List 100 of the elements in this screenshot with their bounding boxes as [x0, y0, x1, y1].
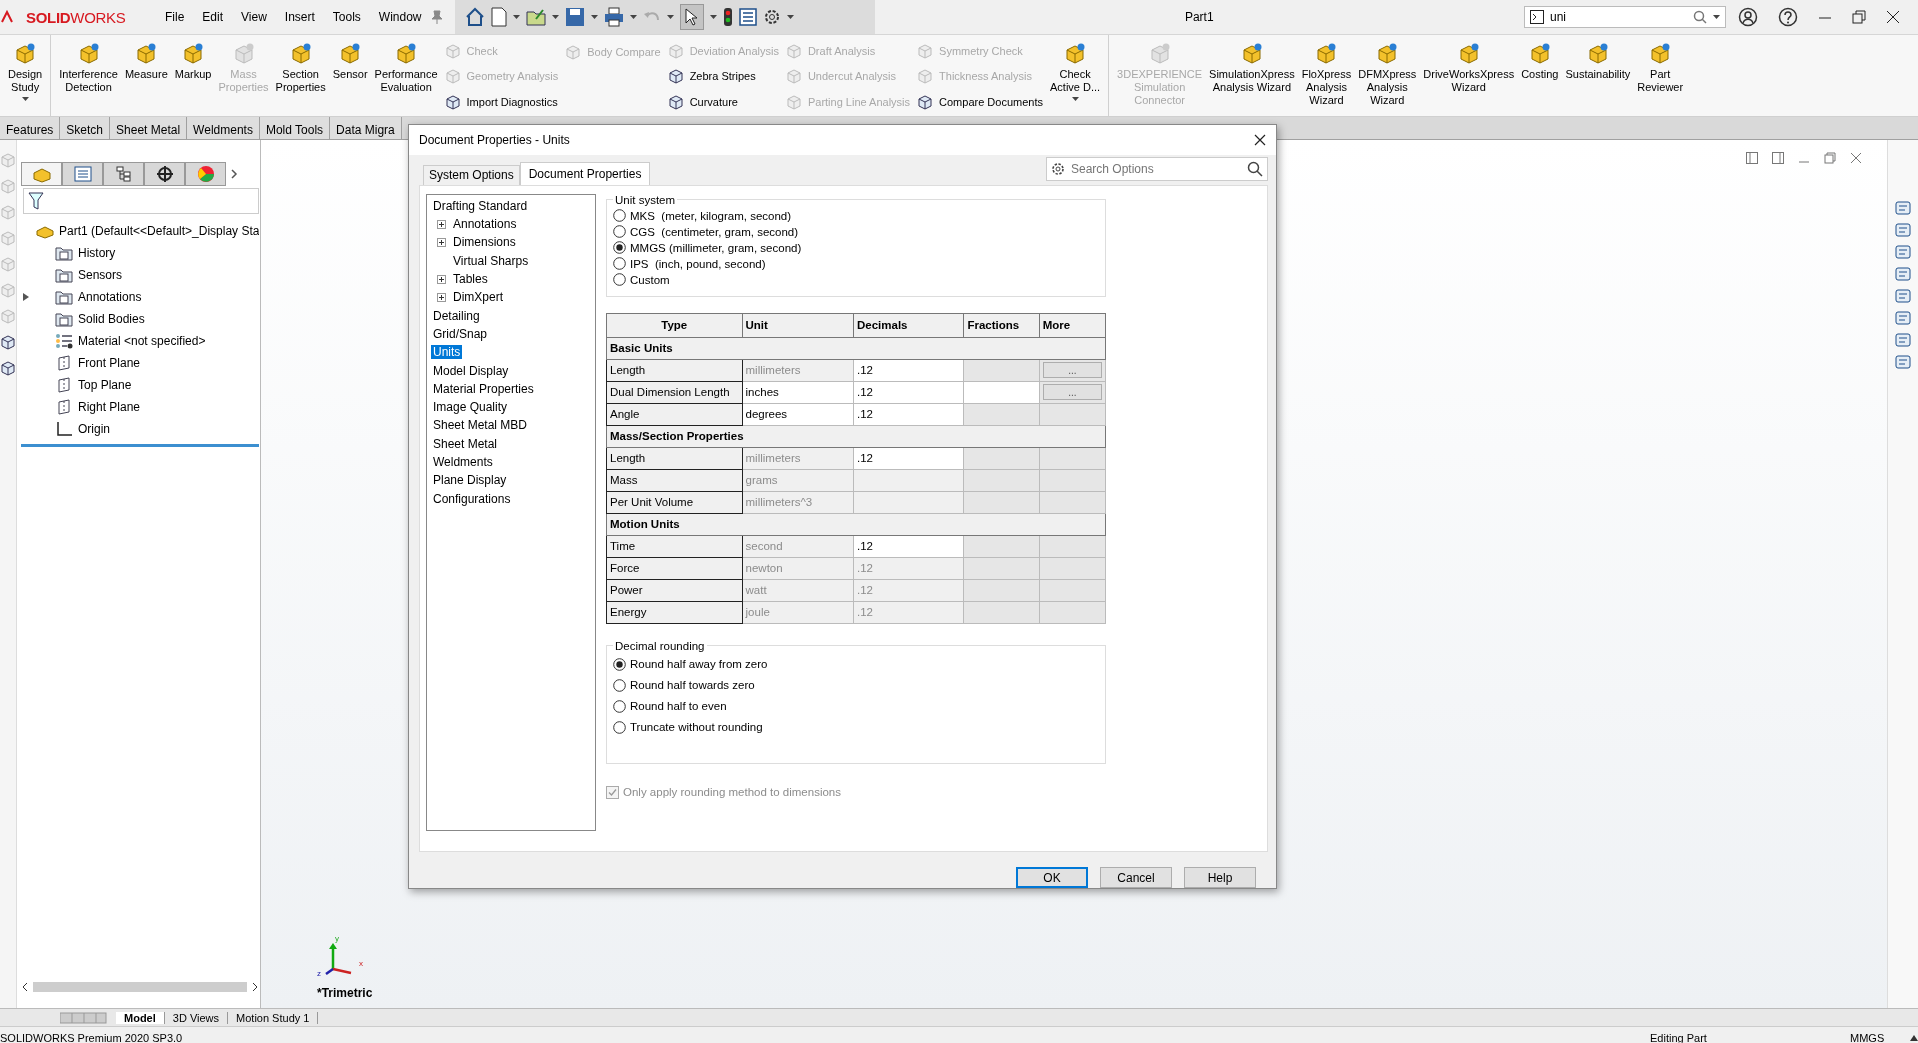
- expand-arrow-icon[interactable]: [22, 292, 30, 302]
- dialog-button[interactable]: OK: [1016, 867, 1088, 888]
- user-icon[interactable]: [1738, 7, 1758, 27]
- restore-icon[interactable]: [1824, 152, 1836, 164]
- filter-icon[interactable]: [28, 192, 44, 210]
- radio-button[interactable]: [613, 241, 626, 255]
- tree-item[interactable]: Part1 (Default<<Default>_Display Sta: [59, 224, 260, 238]
- ribbon-button[interactable]: Markup: [174, 39, 212, 112]
- radio-button[interactable]: [613, 225, 626, 239]
- command-tab[interactable]: Data Migra: [330, 117, 402, 139]
- ribbon-button[interactable]: Interference Detection: [59, 39, 118, 112]
- scrollbar-thumb[interactable]: [33, 982, 248, 992]
- ribbon-button[interactable]: Part Reviewer: [1637, 39, 1684, 112]
- nav-item[interactable]: Detailing: [431, 308, 482, 323]
- radio-button[interactable]: [613, 678, 626, 692]
- ribbon-button[interactable]: Compare Documents: [917, 91, 1043, 112]
- search-input[interactable]: Search Options: [1069, 160, 1243, 177]
- ribbon-button[interactable]: Check Active D...: [1050, 39, 1101, 112]
- radio-button[interactable]: [613, 657, 626, 671]
- dialog-tab[interactable]: System Options: [423, 164, 520, 185]
- radio-button[interactable]: [613, 273, 626, 287]
- nav-item[interactable]: Tables: [451, 272, 490, 287]
- ribbon-button[interactable]: Measure: [124, 39, 168, 112]
- tile-icon[interactable]: [1772, 152, 1784, 164]
- tree-item[interactable]: Solid Bodies: [78, 312, 145, 326]
- printer-icon[interactable]: [603, 7, 624, 27]
- ribbon-button[interactable]: DriveWorksXpress Wizard: [1423, 39, 1515, 112]
- traffic-light-icon[interactable]: [722, 7, 733, 27]
- command-tab[interactable]: Sketch: [60, 117, 111, 139]
- radio-button[interactable]: [613, 720, 626, 734]
- view-tab[interactable]: Model: [116, 1011, 165, 1024]
- close-icon[interactable]: [1254, 133, 1266, 146]
- tree-item[interactable]: Sensors: [78, 268, 123, 282]
- nav-item[interactable]: DimXpert: [451, 290, 505, 305]
- menu-item[interactable]: Window: [369, 6, 431, 28]
- dialog-button[interactable]: Cancel: [1100, 867, 1172, 888]
- command-tab[interactable]: Sheet Metal: [110, 117, 188, 139]
- menu-item[interactable]: Edit: [193, 6, 233, 28]
- command-tab[interactable]: Features: [0, 117, 61, 139]
- tree-item[interactable]: History: [78, 246, 116, 260]
- pin-icon[interactable]: [430, 10, 443, 24]
- nav-item[interactable]: Weldments: [431, 455, 495, 470]
- restore-icon[interactable]: [1852, 10, 1866, 24]
- ribbon-button[interactable]: Sustainability: [1565, 39, 1631, 112]
- radio-button[interactable]: [613, 257, 626, 271]
- tree-item[interactable]: Top Plane: [78, 378, 132, 392]
- expand-icon[interactable]: [437, 274, 446, 284]
- ribbon-button[interactable]: Curvature: [667, 91, 779, 112]
- dialog-tab[interactable]: Document Properties: [519, 161, 651, 185]
- ribbon-button[interactable]: DFMXpress Analysis Wizard: [1358, 39, 1417, 112]
- more-button[interactable]: ...: [1042, 362, 1102, 379]
- close-icon[interactable]: [1886, 10, 1900, 24]
- radio-button[interactable]: [613, 699, 626, 713]
- nav-item[interactable]: Units: [431, 345, 463, 360]
- list-icon[interactable]: [738, 8, 757, 26]
- view-tab[interactable]: 3D Views: [164, 1011, 229, 1024]
- panel-tab[interactable]: [103, 162, 144, 186]
- save-icon[interactable]: [564, 7, 585, 27]
- nav-item[interactable]: Sheet Metal: [431, 436, 500, 451]
- panel-tab[interactable]: [144, 162, 185, 186]
- nav-item[interactable]: Drafting Standard: [431, 198, 530, 213]
- caret-up-icon[interactable]: [1910, 1034, 1918, 1041]
- tile-icon[interactable]: [1746, 152, 1758, 164]
- view-tab[interactable]: Motion Study 1: [228, 1011, 319, 1024]
- nav-item[interactable]: Plane Display: [431, 473, 509, 488]
- scroll-right-icon[interactable]: [251, 982, 260, 992]
- nav-item[interactable]: Material Properties: [431, 381, 536, 396]
- expand-icon[interactable]: [437, 219, 446, 229]
- radio-button[interactable]: [613, 209, 626, 223]
- help-icon[interactable]: [1778, 7, 1798, 27]
- ribbon-button[interactable]: Costing: [1521, 39, 1559, 112]
- command-tab[interactable]: Mold Tools: [259, 117, 331, 139]
- document-icon[interactable]: [490, 7, 507, 27]
- nav-item[interactable]: Configurations: [431, 491, 513, 506]
- settings-icon[interactable]: [762, 8, 781, 26]
- tab-nav-icon[interactable]: [60, 1011, 108, 1024]
- ribbon-button[interactable]: Design Study: [8, 39, 43, 112]
- ribbon-button[interactable]: FloXpress Analysis Wizard: [1301, 39, 1352, 112]
- menu-item[interactable]: View: [232, 6, 276, 28]
- more-button[interactable]: ...: [1042, 384, 1102, 401]
- nav-item[interactable]: Annotations: [451, 217, 519, 232]
- list-icon[interactable]: [1895, 310, 1911, 326]
- search-field[interactable]: uni: [1524, 6, 1726, 28]
- tree-item[interactable]: Material <not specified>: [78, 334, 206, 348]
- search-field[interactable]: Search Options: [1046, 156, 1268, 181]
- tree-item[interactable]: Front Plane: [78, 356, 141, 370]
- nav-item[interactable]: Grid/Snap: [431, 326, 490, 341]
- command-tab[interactable]: Weldments: [187, 117, 260, 139]
- tree-item[interactable]: Annotations: [78, 290, 142, 304]
- menu-item[interactable]: Insert: [275, 6, 324, 28]
- dialog-button[interactable]: Help: [1184, 867, 1256, 888]
- ribbon-button[interactable]: Performance Evaluation: [374, 39, 438, 112]
- nav-item[interactable]: Dimensions: [451, 235, 518, 250]
- select-button[interactable]: [679, 4, 704, 30]
- nav-item[interactable]: Sheet Metal MBD: [431, 418, 530, 433]
- tree-item[interactable]: Right Plane: [78, 400, 141, 414]
- expand-icon[interactable]: [437, 292, 446, 302]
- ribbon-button[interactable]: Section Properties: [275, 39, 326, 112]
- ribbon-button[interactable]: Import Diagnostics: [444, 91, 559, 112]
- scroll-left-icon[interactable]: [21, 982, 29, 992]
